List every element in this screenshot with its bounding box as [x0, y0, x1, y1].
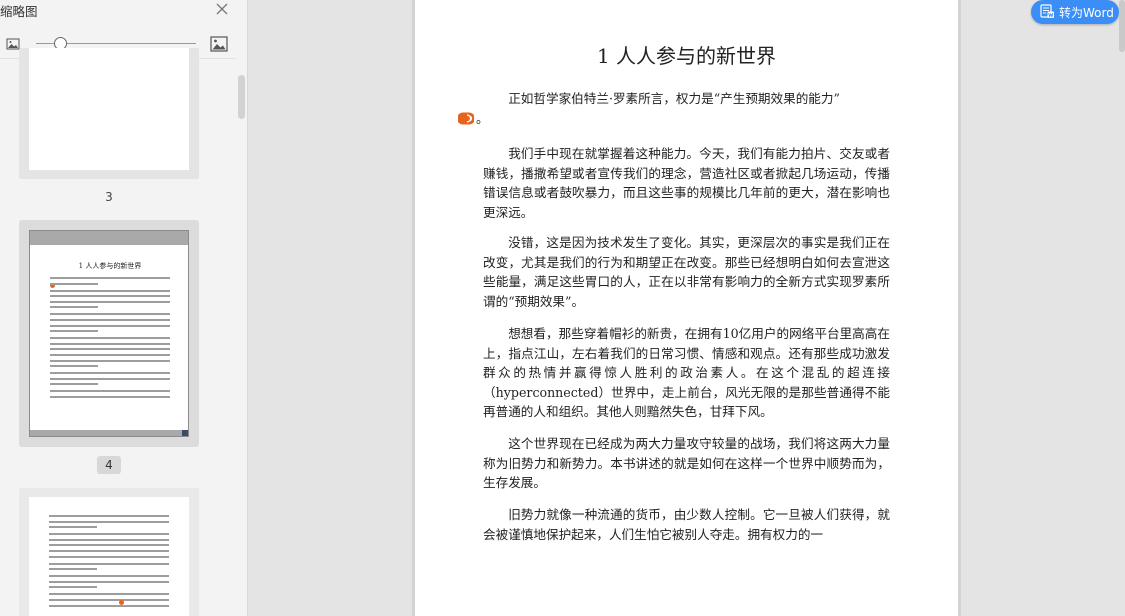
- convert-to-word-label: 转为Word: [1059, 6, 1114, 20]
- paragraph: 旧势力就像一种流通的货币，由少数人控制。它一旦被人们获得，就会被谨慎地保护起来，…: [483, 507, 890, 542]
- thumbnail-viewport-band: [30, 231, 188, 245]
- document-scrollbar[interactable]: [1119, 0, 1125, 52]
- convert-to-word-button[interactable]: 转为Word: [1031, 0, 1119, 24]
- thumbnail-page-preview: 1 人人参与的新世界: [29, 230, 189, 437]
- small-image-icon[interactable]: [6, 37, 20, 51]
- paragraph: 这个世界现在已经成为两大力量攻守较量的战场，我们将这两大力量称为旧势力和新势力。…: [483, 436, 890, 491]
- thumbnail-page-5[interactable]: [19, 488, 199, 616]
- thumbnail-scrollbar[interactable]: [238, 75, 245, 119]
- thumbnail-text-lines: [50, 277, 170, 402]
- large-image-icon[interactable]: [210, 35, 228, 53]
- paragraph-text-end: 。: [476, 110, 489, 126]
- paragraph: 我们手中现在就掌握着这种能力。今天，我们有能力拍片、交友或者赚钱，播撒希望或者宣…: [483, 146, 890, 220]
- chapter-title: 1 人人参与的新世界: [596, 44, 777, 68]
- footnote-marker-icon[interactable]: [458, 111, 474, 126]
- paragraph: 没错，这是因为技术发生了变化。其实，更深层次的事实是我们正在改变，尤其是我们的行…: [483, 235, 890, 309]
- document-page: 1 人人参与的新世界 正如哲学家伯特兰·罗素所言，权力是“产生预期效果的能力” 。…: [415, 0, 958, 616]
- word-document-icon: [1040, 4, 1054, 18]
- close-icon[interactable]: [214, 1, 230, 17]
- thumbnail-text-lines: [49, 515, 169, 610]
- thumbnail-page-number-selected: 4: [97, 456, 121, 474]
- thumbnail-corner: [182, 430, 188, 436]
- panel-header: 缩略图: [0, 0, 247, 22]
- footnote-marker-mini: [119, 600, 124, 605]
- thumbnail-page-preview: [29, 48, 189, 170]
- thumbnail-page-4-selected[interactable]: 1 人人参与的新世界: [19, 220, 199, 447]
- panel-title: 缩略图: [0, 4, 38, 19]
- thumbnail-page-3[interactable]: [19, 48, 199, 179]
- paragraph: 想想看，那些穿着帽衫的新贵，在拥有10亿用户的网络平台里高高在上，指点江山，左右…: [483, 326, 890, 420]
- thumbnail-preview-title: 1 人人参与的新世界: [78, 262, 142, 270]
- paragraph: 正如哲学家伯特兰·罗素所言，权力是“产生预期效果的能力” 。: [458, 89, 890, 128]
- thumbnail-panel: 缩略图 3 1 人人参与的新世界 4: [0, 0, 248, 616]
- thumbnail-page-preview: [29, 497, 189, 616]
- thumbnail-page-number: 3: [105, 190, 113, 204]
- thumbnail-viewport-band: [30, 430, 188, 436]
- paragraph-text: 正如哲学家伯特兰·罗素所言，权力是“产生预期效果的能力”: [508, 91, 840, 106]
